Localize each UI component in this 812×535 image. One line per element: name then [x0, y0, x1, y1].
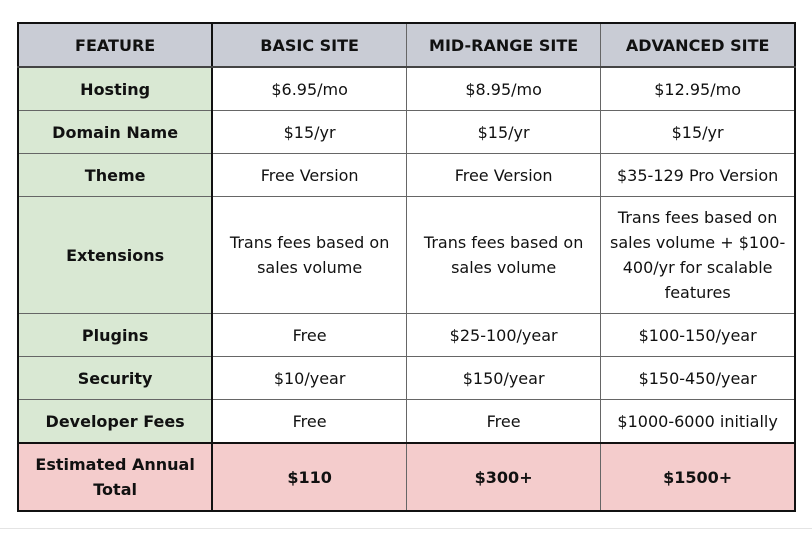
total-label: Estimated Annual Total: [17, 442, 214, 512]
mid-cell: Free: [405, 399, 602, 444]
feature-cell: Hosting: [17, 66, 214, 111]
total-mid: $300+: [405, 442, 602, 512]
pricing-comparison-table: FEATURE BASIC SITE MID-RANGE SITE ADVANC…: [17, 22, 796, 512]
mid-cell: $25-100/year: [405, 313, 602, 357]
table-row-extensions: Extensions Trans fees based on sales vol…: [17, 196, 796, 314]
feature-cell: Domain Name: [17, 110, 214, 154]
table-row-domain: Domain Name $15/yr $15/yr $15/yr: [17, 110, 796, 154]
basic-cell: Free Version: [211, 153, 408, 197]
feature-cell: Theme: [17, 153, 214, 197]
basic-cell: Trans fees based on sales volume: [211, 196, 408, 314]
header-row: FEATURE BASIC SITE MID-RANGE SITE ADVANC…: [17, 22, 796, 68]
advanced-cell: Trans fees based on sales volume + $100-…: [600, 196, 796, 314]
header-feature: FEATURE: [17, 22, 214, 68]
header-mid: MID-RANGE SITE: [405, 22, 602, 68]
feature-cell: Plugins: [17, 313, 214, 357]
table-row-theme: Theme Free Version Free Version $35-129 …: [17, 153, 796, 197]
basic-cell: Free: [211, 399, 408, 444]
advanced-cell: $12.95/mo: [600, 66, 796, 111]
total-basic: $110: [211, 442, 408, 512]
mid-cell: Free Version: [405, 153, 602, 197]
basic-cell: $15/yr: [211, 110, 408, 154]
header-advanced: ADVANCED SITE: [600, 22, 796, 68]
feature-cell: Security: [17, 356, 214, 400]
mid-cell: Trans fees based on sales volume: [405, 196, 602, 314]
mid-cell: $150/year: [405, 356, 602, 400]
basic-cell: $10/year: [211, 356, 408, 400]
table-row-plugins: Plugins Free $25-100/year $100-150/year: [17, 313, 796, 357]
advanced-cell: $35-129 Pro Version: [600, 153, 796, 197]
mid-cell: $8.95/mo: [405, 66, 602, 111]
advanced-cell: $1000-6000 initially: [600, 399, 796, 444]
table-row-hosting: Hosting $6.95/mo $8.95/mo $12.95/mo: [17, 66, 796, 111]
advanced-cell: $150-450/year: [600, 356, 796, 400]
table-row-security: Security $10/year $150/year $150-450/yea…: [17, 356, 796, 400]
advanced-cell: $15/yr: [600, 110, 796, 154]
divider: [0, 528, 812, 529]
basic-cell: Free: [211, 313, 408, 357]
feature-cell: Developer Fees: [17, 399, 214, 444]
feature-cell: Extensions: [17, 196, 214, 314]
advanced-cell: $100-150/year: [600, 313, 796, 357]
total-advanced: $1500+: [600, 442, 796, 512]
header-basic: BASIC SITE: [211, 22, 408, 68]
mid-cell: $15/yr: [405, 110, 602, 154]
table-row-total: Estimated Annual Total $110 $300+ $1500+: [17, 442, 796, 512]
table-row-developer-fees: Developer Fees Free Free $1000-6000 init…: [17, 399, 796, 444]
basic-cell: $6.95/mo: [211, 66, 408, 111]
